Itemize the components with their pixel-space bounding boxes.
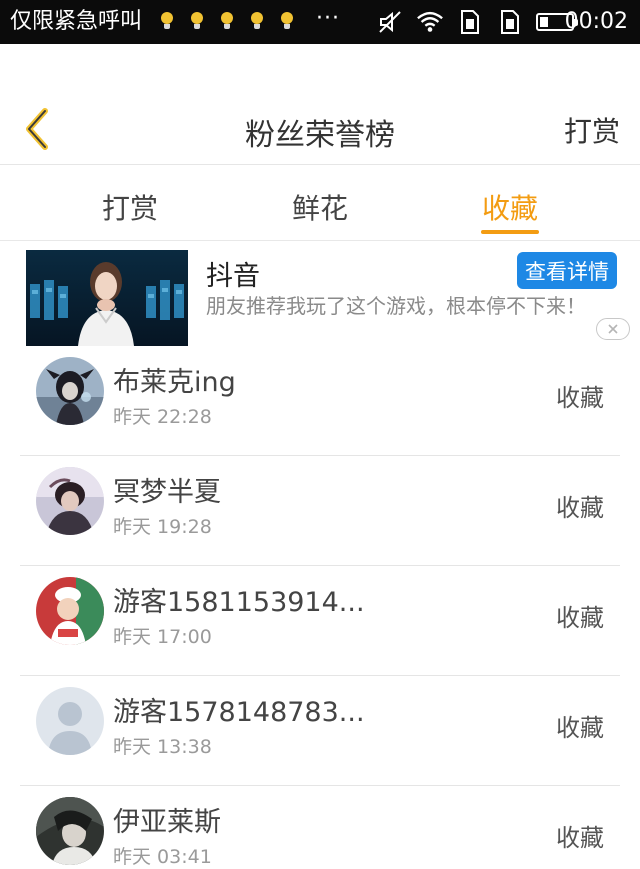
avatar[interactable]: [36, 687, 104, 755]
list-item[interactable]: 游客1581153914... 昨天 17:00 收藏: [0, 566, 640, 676]
system-icons: [376, 8, 578, 36]
fan-action-label: 收藏: [556, 714, 604, 742]
mute-icon: [376, 8, 404, 36]
page-title: 粉丝荣誉榜: [245, 118, 395, 153]
lightbulb-icon: [158, 12, 176, 32]
avatar[interactable]: [36, 577, 104, 645]
fan-name: 伊亚莱斯: [113, 807, 221, 838]
notification-icons: [158, 12, 296, 32]
list-item[interactable]: 布莱克ing 昨天 22:28 收藏: [0, 346, 640, 456]
fan-name: 布莱克ing: [113, 367, 236, 398]
tab-favorites[interactable]: 收藏: [482, 187, 538, 227]
fan-time: 昨天 22:28: [113, 406, 212, 428]
lightbulb-icon: [218, 12, 236, 32]
tab-flowers[interactable]: 鲜花: [292, 187, 348, 227]
fan-time: 昨天 03:41: [113, 846, 212, 868]
fan-action-label: 收藏: [556, 494, 604, 522]
fan-action-label: 收藏: [556, 604, 604, 632]
fan-name: 游客1581153914...: [113, 587, 365, 618]
status-bar: 仅限紧急呼叫 ··· 00:02: [0, 0, 640, 44]
more-notifications: ···: [316, 6, 340, 31]
avatar[interactable]: [36, 357, 104, 425]
ad-view-details-button[interactable]: 查看详情: [517, 252, 617, 289]
carrier-text: 仅限紧急呼叫: [10, 9, 143, 34]
ad-description: 朋友推荐我玩了这个游戏，根本停不下来！: [206, 294, 586, 318]
lightbulb-icon: [278, 12, 296, 32]
ad-banner[interactable]: 抖音 查看详情 朋友推荐我玩了这个游戏，根本停不下来！: [0, 242, 640, 346]
fan-time: 昨天 13:38: [113, 736, 212, 758]
reward-button[interactable]: 打赏: [564, 110, 620, 150]
close-icon: [608, 324, 618, 334]
sim-icon: [496, 8, 524, 36]
app-header: 粉丝荣誉榜 打赏: [0, 44, 640, 165]
list-item[interactable]: 伊亚莱斯 昨天 03:41 收藏: [0, 786, 640, 869]
fan-action-label: 收藏: [556, 384, 604, 412]
wifi-icon: [416, 8, 444, 36]
ad-close-button[interactable]: [596, 318, 630, 340]
list-item[interactable]: 游客1578148783... 昨天 13:38 收藏: [0, 676, 640, 786]
fan-time: 昨天 19:28: [113, 516, 212, 538]
active-tab-indicator: [481, 230, 539, 234]
tab-reward[interactable]: 打赏: [102, 187, 158, 227]
avatar[interactable]: [36, 797, 104, 865]
clock-time: 00:02: [564, 9, 628, 34]
ad-image[interactable]: [26, 250, 188, 346]
ad-title[interactable]: 抖音: [206, 254, 260, 293]
fan-name: 冥梦半夏: [113, 477, 221, 508]
fan-time: 昨天 17:00: [113, 626, 212, 648]
fan-list: 布莱克ing 昨天 22:28 收藏 冥梦半夏 昨天 19:28 收藏 游客15…: [0, 346, 640, 869]
lightbulb-icon: [188, 12, 206, 32]
sim-icon: [456, 8, 484, 36]
lightbulb-icon: [248, 12, 266, 32]
avatar[interactable]: [36, 467, 104, 535]
list-item[interactable]: 冥梦半夏 昨天 19:28 收藏: [0, 456, 640, 566]
fan-action-label: 收藏: [556, 824, 604, 852]
tab-bar: 打赏 鲜花 收藏: [0, 165, 640, 241]
fan-name: 游客1578148783...: [113, 697, 365, 728]
